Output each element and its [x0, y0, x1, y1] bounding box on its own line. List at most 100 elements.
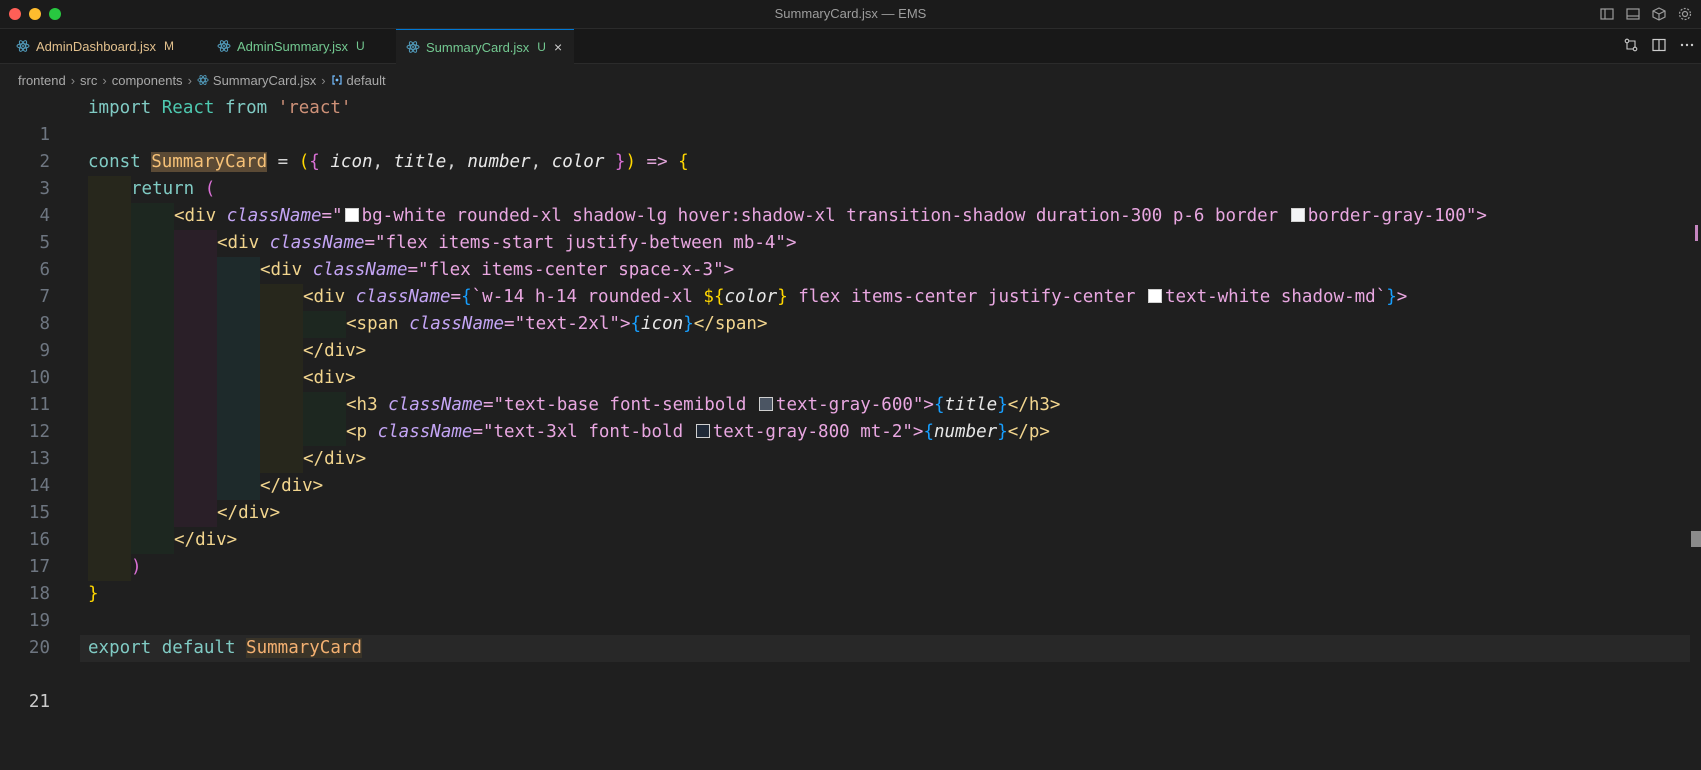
- code-token: ">: [912, 395, 934, 415]
- code-token: <div: [303, 287, 346, 307]
- code-token: =: [450, 287, 462, 307]
- indent-guide: [174, 284, 217, 311]
- code-token: SummaryCard: [151, 152, 268, 172]
- split-editor-icon[interactable]: [1651, 37, 1667, 53]
- indent-guide: [174, 392, 217, 419]
- line-number: 21: [28, 692, 50, 712]
- code-token: flex items-center space-x-3: [428, 260, 714, 280]
- code-token: }: [683, 314, 694, 334]
- code-token: <div: [174, 206, 217, 226]
- code-token: =": [321, 206, 343, 226]
- color-swatch[interactable]: [344, 208, 359, 222]
- tab-admin-dashboard[interactable]: AdminDashboard.jsx M: [6, 29, 184, 63]
- react-icon: [16, 39, 30, 53]
- code-token: </div>: [260, 476, 324, 496]
- indent-guide: [131, 500, 174, 527]
- code-token: title: [383, 152, 447, 172]
- indent-guide: [174, 257, 217, 284]
- breadcrumb-item[interactable]: SummaryCard.jsx: [213, 73, 316, 88]
- code-token: ">: [609, 314, 631, 334]
- close-tab-icon[interactable]: ×: [554, 39, 562, 55]
- indent-guide: [88, 527, 131, 554]
- breadcrumb-item[interactable]: frontend: [18, 73, 66, 88]
- customize-layout-icon[interactable]: [1651, 6, 1667, 22]
- code-token: </div>: [303, 449, 367, 469]
- code-token: const: [88, 152, 141, 172]
- code-token: SummaryCard: [246, 638, 362, 658]
- code-token: =": [364, 233, 386, 253]
- breadcrumb-item[interactable]: src: [80, 73, 97, 88]
- code-token: }: [614, 152, 626, 172]
- code-token: icon: [641, 314, 684, 334]
- title-bar: SummaryCard.jsx — EMS: [0, 0, 1701, 29]
- code-token: ">: [713, 260, 735, 280]
- code-token: React: [161, 98, 215, 118]
- code-line: 16 </div>: [0, 500, 1690, 550]
- code-token: ,: [372, 152, 384, 172]
- indent-guide: [131, 392, 174, 419]
- color-swatch[interactable]: [1147, 289, 1162, 303]
- code-token: <div>: [303, 368, 356, 388]
- toggle-panel-icon[interactable]: [1625, 6, 1641, 22]
- breadcrumb-separator: ›: [102, 72, 107, 88]
- editor-scrollbar[interactable]: [1687, 95, 1701, 695]
- code-token: text-2xl: [525, 314, 610, 334]
- color-swatch[interactable]: [758, 397, 773, 411]
- code-token: 'react': [277, 98, 352, 118]
- code-line: 6 <div className="flex items-start justi…: [0, 230, 1690, 280]
- indent-guide: [88, 392, 131, 419]
- indent-guide: [88, 338, 131, 365]
- indent-guide: [174, 473, 217, 500]
- scrollbar-thumb[interactable]: [1691, 531, 1701, 547]
- indent-guide: [88, 419, 131, 446]
- indent-guide: [88, 230, 131, 257]
- breadcrumb-item[interactable]: components: [112, 73, 183, 88]
- color-swatch[interactable]: [1290, 208, 1305, 222]
- indent-guide: [174, 365, 217, 392]
- code-line-current: 21 export default SummaryCard: [0, 635, 1690, 712]
- code-token: }: [88, 584, 99, 604]
- code-token: }: [777, 287, 788, 307]
- tab-admin-summary[interactable]: AdminSummary.jsx U: [207, 29, 375, 63]
- breadcrumb: frontend › src › components › SummaryCar…: [18, 71, 386, 89]
- indent-guide: [131, 284, 174, 311]
- code-token: text-gray-800 mt-2: [712, 422, 903, 442]
- code-token: =>: [636, 152, 679, 172]
- code-line: 7 <div className="flex items-center spac…: [0, 257, 1690, 307]
- compare-changes-icon[interactable]: [1623, 37, 1639, 53]
- code-token: default: [151, 638, 247, 658]
- indent-guide: [88, 554, 131, 581]
- tab-summary-card[interactable]: SummaryCard.jsx U ×: [396, 29, 574, 64]
- toggle-sidebar-icon[interactable]: [1599, 6, 1615, 22]
- code-token: ${: [703, 287, 725, 307]
- code-token: flex items-start justify-between mb-4: [385, 233, 776, 253]
- code-line: 17 </div>: [0, 527, 1690, 577]
- settings-icon[interactable]: [1677, 6, 1693, 22]
- code-token: </h3>: [1007, 395, 1061, 415]
- code-token: border-gray-100: [1307, 206, 1466, 226]
- indent-guide: [303, 392, 346, 419]
- code-token: {: [678, 152, 689, 172]
- code-token: {: [630, 314, 642, 334]
- indent-guide: [88, 311, 131, 338]
- indent-guide: [88, 365, 131, 392]
- indent-guide: [217, 473, 260, 500]
- code-token: =": [482, 395, 505, 415]
- breadcrumb-separator: ›: [321, 72, 326, 88]
- more-actions-icon[interactable]: [1679, 37, 1695, 53]
- symbol-icon: [331, 74, 343, 86]
- indent-guide: [88, 176, 131, 203]
- code-token: <div: [217, 233, 260, 253]
- code-token: className: [377, 395, 483, 415]
- indent-guide: [131, 527, 174, 554]
- code-token: =": [504, 314, 526, 334]
- code-token: `: [1375, 287, 1387, 307]
- code-token: ">: [902, 422, 924, 442]
- indent-guide: [217, 257, 260, 284]
- tab-label: SummaryCard.jsx: [426, 39, 530, 55]
- breadcrumb-item[interactable]: default: [347, 73, 386, 88]
- window-title: SummaryCard.jsx — EMS: [774, 6, 927, 21]
- indent-guide: [88, 473, 131, 500]
- code-token: (: [194, 179, 216, 199]
- color-swatch[interactable]: [695, 424, 710, 438]
